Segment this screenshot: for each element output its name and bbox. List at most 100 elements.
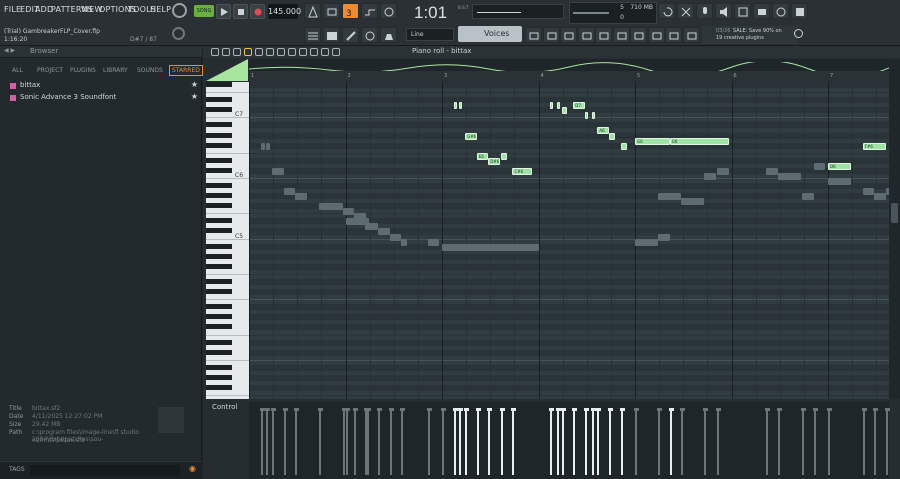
black-key[interactable] [206, 132, 232, 138]
velocity-handle[interactable] [668, 408, 674, 411]
velocity-handle[interactable] [353, 408, 359, 411]
draw-tool-icon[interactable] [233, 48, 241, 56]
velocity-handle[interactable] [282, 408, 288, 411]
loop-record-button[interactable] [380, 3, 397, 19]
browser-tab-library[interactable]: LIBRARY [103, 67, 128, 74]
velocity-stem[interactable] [561, 409, 564, 475]
online-globe-icon[interactable] [794, 29, 803, 38]
black-key[interactable] [206, 142, 232, 148]
velocity-stem[interactable] [885, 409, 888, 475]
play-button[interactable] [216, 4, 231, 19]
black-key[interactable] [206, 193, 232, 199]
mic-button[interactable] [696, 3, 713, 19]
velocity-handle[interactable] [583, 408, 589, 411]
velocity-stem[interactable] [801, 409, 804, 475]
metronome-button[interactable] [304, 3, 321, 19]
velocity-stem[interactable] [342, 409, 345, 475]
mute-tool-icon[interactable] [266, 48, 274, 56]
zoom-tool-icon[interactable] [299, 48, 307, 56]
velocity-stem[interactable] [378, 409, 381, 475]
velocity-stem[interactable] [459, 409, 462, 475]
velocity-stem[interactable] [453, 409, 456, 475]
hint-knob[interactable] [172, 3, 187, 18]
velocity-stem[interactable] [354, 409, 357, 475]
stamp-tool-icon[interactable] [321, 48, 329, 56]
velocity-stem[interactable] [862, 409, 865, 475]
record-button[interactable] [250, 4, 265, 19]
browser-item[interactable]: bittax ★ [8, 80, 200, 92]
note[interactable] [621, 142, 628, 150]
black-key[interactable] [206, 183, 232, 189]
control-label[interactable]: Control [212, 403, 237, 411]
velocity-handle[interactable] [464, 408, 470, 411]
velocity-stem[interactable] [766, 409, 769, 475]
velocity-handle[interactable] [607, 408, 613, 411]
vertical-scrollbar[interactable] [889, 59, 900, 399]
piano-keyboard[interactable]: C7 C6 C5 [206, 82, 249, 399]
browser-tab-starred[interactable]: STARRED [169, 65, 203, 76]
velocity-stem[interactable] [777, 409, 780, 475]
note[interactable] [561, 107, 568, 115]
step-sequencer-button[interactable] [542, 27, 560, 43]
velocity-handle[interactable] [318, 408, 324, 411]
velocity-stem[interactable] [813, 409, 816, 475]
piano-roll-button[interactable] [323, 27, 340, 43]
help-button[interactable] [682, 27, 700, 43]
menu-help[interactable]: HELP [150, 5, 171, 14]
black-key[interactable] [206, 304, 232, 310]
velocity-handle[interactable] [873, 408, 879, 411]
save-button[interactable] [734, 3, 751, 19]
velocity-handle[interactable] [657, 408, 663, 411]
black-key[interactable] [206, 107, 232, 113]
velocity-stem[interactable] [319, 409, 322, 475]
note[interactable] [584, 112, 588, 120]
velocity-handle[interactable] [549, 408, 555, 411]
black-key[interactable] [206, 157, 232, 163]
velocity-stem[interactable] [272, 409, 275, 475]
note[interactable] [459, 102, 463, 110]
velocity-handle[interactable] [294, 408, 300, 411]
velocity-handle[interactable] [800, 408, 806, 411]
tag-search-input[interactable] [30, 465, 180, 476]
menu-file[interactable]: FILE [4, 5, 21, 14]
black-key[interactable] [206, 289, 232, 295]
note[interactable] [453, 102, 457, 110]
velocity-stem[interactable] [488, 409, 491, 475]
song-mode-toggle[interactable]: SONG [194, 5, 214, 17]
velocity-handle[interactable] [259, 408, 265, 411]
browser-tab-project[interactable]: PROJECT [37, 67, 63, 74]
note[interactable]: G#6 [465, 132, 477, 140]
note[interactable] [556, 102, 560, 110]
browser-tab-sounds[interactable]: SOUNDS [137, 67, 163, 74]
note[interactable] [591, 112, 595, 120]
velocity-stem[interactable] [500, 409, 503, 475]
velocity-handle[interactable] [590, 408, 596, 411]
velocity-stem[interactable] [401, 409, 404, 475]
playback-tool-icon[interactable] [310, 48, 318, 56]
browser-toggle-button[interactable] [630, 27, 647, 43]
note[interactable] [608, 132, 615, 140]
news-panel[interactable]: 03/26 SALE: Save 90% on 19 creative plug… [702, 26, 798, 44]
stop-button[interactable] [233, 4, 248, 19]
black-key[interactable] [206, 82, 232, 88]
velocity-handle[interactable] [560, 408, 566, 411]
black-key[interactable] [206, 218, 232, 224]
velocity-stem[interactable] [621, 409, 624, 475]
main-volume-knob[interactable] [172, 27, 185, 40]
note[interactable]: G6 [635, 137, 670, 145]
velocity-stem[interactable] [260, 409, 263, 475]
star-icon[interactable]: ★ [191, 92, 198, 101]
black-key[interactable] [206, 339, 232, 345]
velocity-stem[interactable] [608, 409, 611, 475]
black-key[interactable] [206, 314, 232, 320]
black-key[interactable] [206, 167, 232, 173]
black-key[interactable] [206, 253, 232, 259]
velocity-handle[interactable] [265, 408, 271, 411]
velocity-handle[interactable] [363, 408, 369, 411]
velocity-stem[interactable] [512, 409, 515, 475]
countdown-button[interactable]: 3 [342, 3, 359, 19]
velocity-stem[interactable] [591, 409, 594, 475]
velocity-handle[interactable] [388, 408, 394, 411]
note[interactable]: D7 [573, 102, 585, 110]
velocity-stem[interactable] [584, 409, 587, 475]
